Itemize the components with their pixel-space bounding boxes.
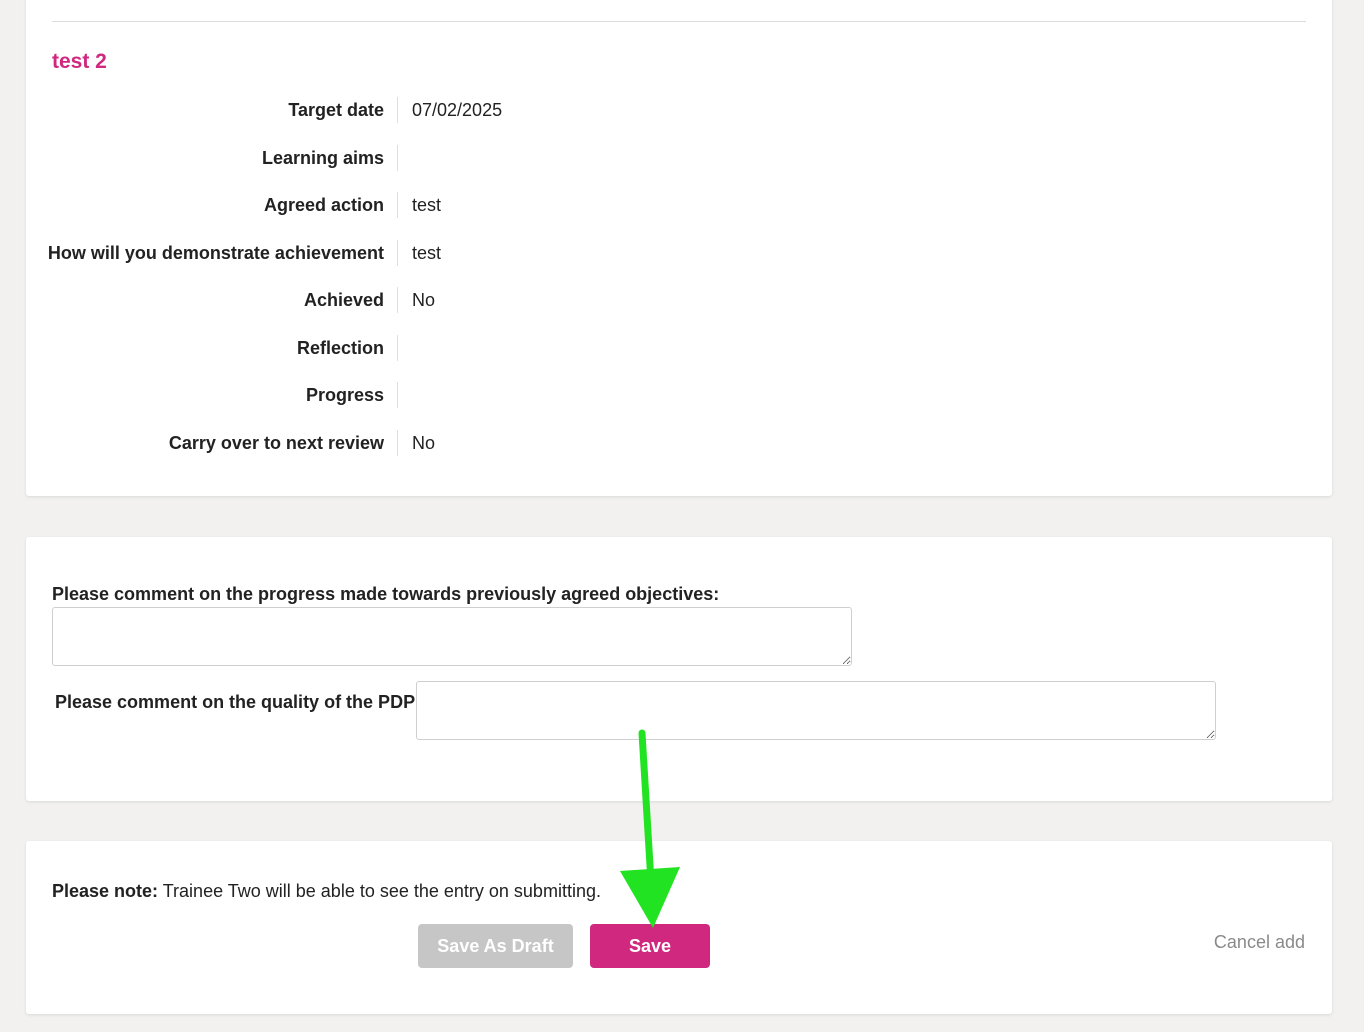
detail-label: Target date <box>288 100 384 120</box>
detail-separator <box>397 97 398 123</box>
save-button[interactable]: Save <box>590 924 710 968</box>
detail-row-learning-aims: Learning aims <box>26 145 1332 171</box>
detail-separator <box>397 430 398 456</box>
detail-row-agreed-action: Agreed action test <box>26 192 1332 218</box>
detail-label: Learning aims <box>261 148 384 168</box>
detail-value: No <box>412 433 436 453</box>
section-divider <box>52 21 1306 22</box>
detail-label: Achieved <box>303 290 384 310</box>
pdp-comment-input[interactable] <box>416 681 1216 740</box>
detail-separator <box>397 240 398 266</box>
detail-label: Carry over to next review <box>168 433 384 453</box>
comments-card: Please comment on the progress made towa… <box>26 537 1332 801</box>
submit-note: Please note: Trainee Two will be able to… <box>52 881 601 902</box>
detail-value: No <box>412 290 436 310</box>
submit-note-text: Trainee Two will be able to see the entr… <box>158 881 601 901</box>
pdp-comment-label: Please comment on the quality of the PDP… <box>55 692 422 712</box>
detail-separator <box>397 382 398 408</box>
cancel-add-link[interactable]: Cancel add <box>1214 932 1305 953</box>
progress-comment-input[interactable] <box>52 607 852 666</box>
detail-separator <box>397 192 398 218</box>
submit-card: Please note: Trainee Two will be able to… <box>26 841 1332 1014</box>
detail-row-achieved: Achieved No <box>26 287 1332 313</box>
detail-row-progress: Progress <box>26 382 1332 408</box>
progress-comment-label: Please comment on the progress made towa… <box>52 584 720 604</box>
detail-separator <box>397 287 398 313</box>
detail-row-carry-over: Carry over to next review No <box>26 430 1332 456</box>
detail-label: Reflection <box>296 338 384 358</box>
objective-title: test 2 <box>52 50 107 73</box>
detail-label: How will you demonstrate achievement <box>47 243 384 263</box>
detail-separator <box>397 335 398 361</box>
save-as-draft-button[interactable]: Save As Draft <box>418 924 573 968</box>
detail-row-demonstrate-achievement: How will you demonstrate achievement tes… <box>26 240 1332 266</box>
detail-label: Agreed action <box>263 195 384 215</box>
detail-label: Progress <box>305 385 384 405</box>
detail-value: 07/02/2025 <box>412 100 503 120</box>
detail-separator <box>397 145 398 171</box>
detail-row-target-date: Target date 07/02/2025 <box>26 97 1332 123</box>
objective-card: test 2 Target date 07/02/2025 Learning a… <box>26 0 1332 496</box>
submit-note-bold: Please note: <box>52 881 159 901</box>
detail-row-reflection: Reflection <box>26 335 1332 361</box>
detail-value: test <box>412 243 442 263</box>
detail-value: test <box>412 195 442 215</box>
